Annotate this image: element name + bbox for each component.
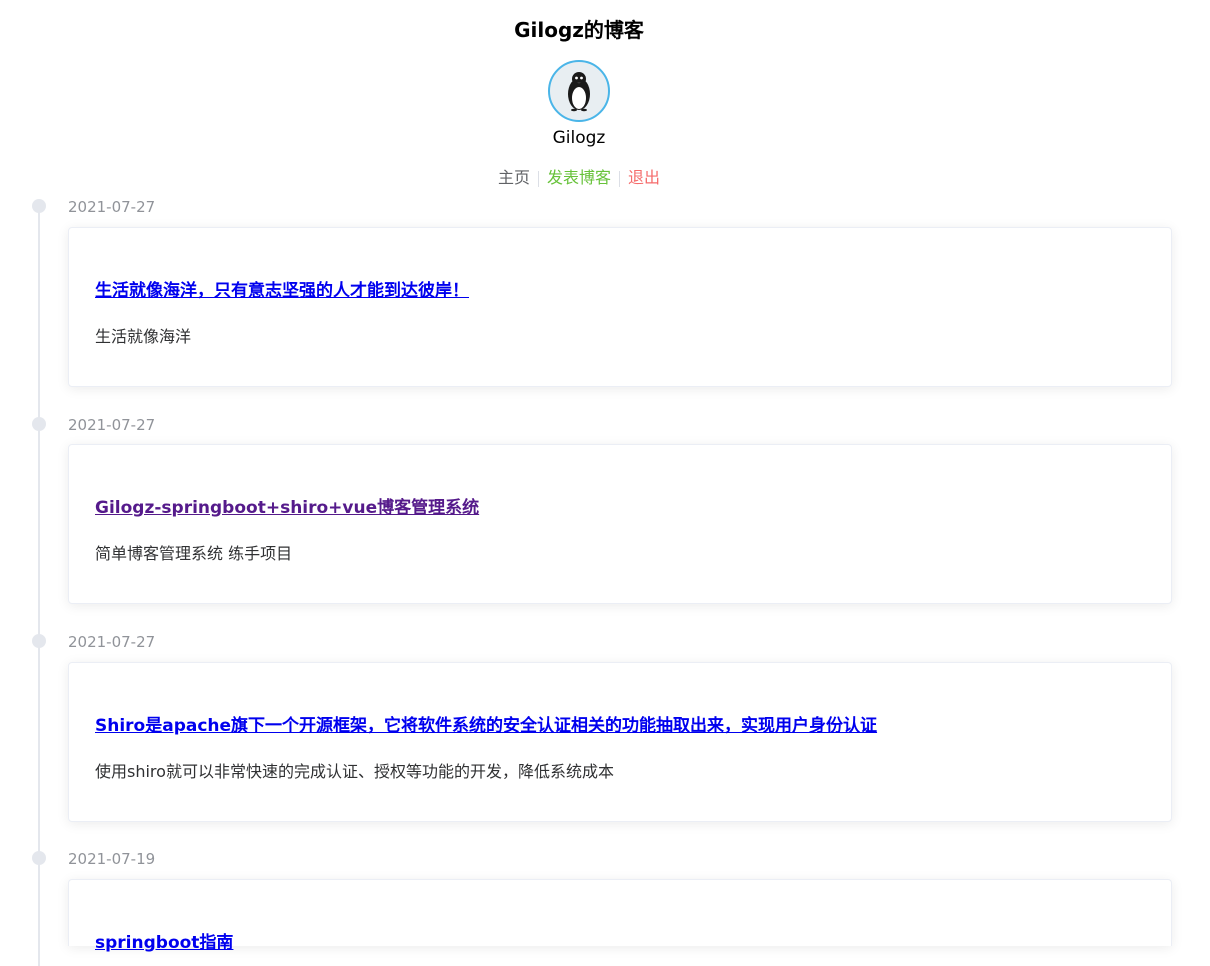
timeline-dot bbox=[32, 199, 46, 213]
post-card: Gilogz-springboot+shiro+vue博客管理系统 简单博客管理… bbox=[68, 444, 1172, 604]
nav-logout-link[interactable]: 退出 bbox=[620, 168, 668, 187]
nav-post-link[interactable]: 发表博客 bbox=[539, 168, 619, 187]
post-date: 2021-07-27 bbox=[68, 198, 156, 216]
page-title: Gilogz的博客 bbox=[514, 18, 644, 42]
post-title-link[interactable]: springboot指南 bbox=[95, 928, 233, 953]
nav-home-link[interactable]: 主页 bbox=[490, 168, 538, 187]
post-description: 生活就像海洋 bbox=[95, 327, 192, 346]
timeline-dot bbox=[32, 634, 46, 648]
penguin-icon bbox=[568, 72, 590, 112]
post-card: 生活就像海洋，只有意志坚强的人才能到达彼岸！ 生活就像海洋 bbox=[68, 227, 1172, 387]
post-date: 2021-07-27 bbox=[68, 633, 156, 651]
post-card: Shiro是apache旗下一个开源框架，它将软件系统的安全认证相关的功能抽取出… bbox=[68, 662, 1172, 822]
post-title-link[interactable]: Gilogz-springboot+shiro+vue博客管理系统 bbox=[95, 493, 479, 518]
timeline-dot bbox=[32, 417, 46, 431]
post-title-link[interactable]: Shiro是apache旗下一个开源框架，它将软件系统的安全认证相关的功能抽取出… bbox=[95, 711, 877, 736]
post-title-link[interactable]: 生活就像海洋，只有意志坚强的人才能到达彼岸！ bbox=[95, 276, 469, 301]
post-description: 使用shiro就可以非常快速的完成认证、授权等功能的开发，降低系统成本 bbox=[95, 762, 614, 781]
timeline-dot bbox=[32, 851, 46, 865]
post-date: 2021-07-19 bbox=[68, 850, 156, 868]
username: Gilogz bbox=[552, 128, 606, 148]
post-date: 2021-07-27 bbox=[68, 416, 156, 434]
avatar[interactable] bbox=[548, 60, 610, 122]
post-description: 简单博客管理系统 练手项目 bbox=[95, 544, 293, 563]
post-card: springboot指南 bbox=[68, 879, 1172, 953]
main-nav: 主页 发表博客 退出 bbox=[0, 164, 1158, 188]
